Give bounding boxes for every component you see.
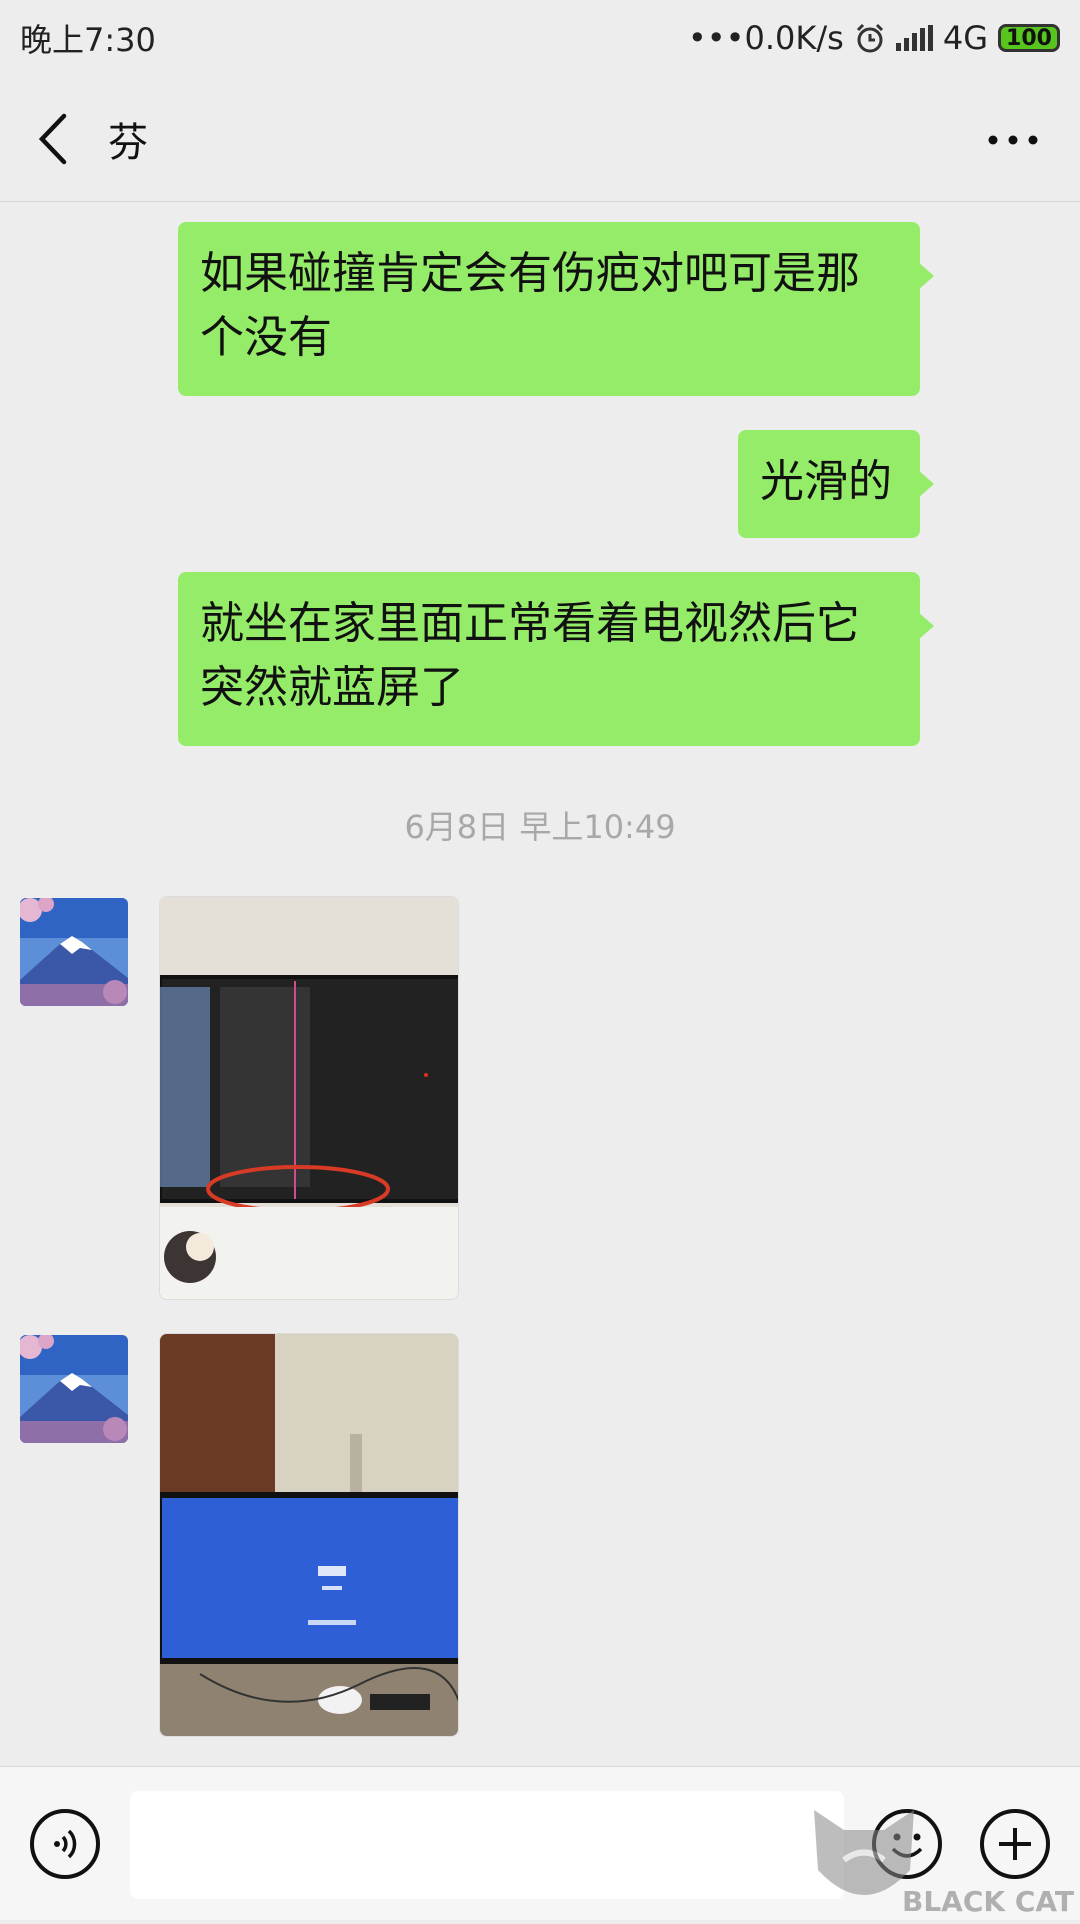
battery-icon: 100 [998,24,1060,52]
message-image[interactable] [159,1333,459,1737]
avatar-mountain-icon [20,898,128,1006]
battery-level: 100 [1006,25,1052,51]
page-title: 芬 [108,120,148,166]
message-text: 光滑的 [760,456,892,507]
tv-photo-dark-screen [160,897,458,1299]
more-icon [988,135,1038,145]
watermark: BLACK CAT [804,1800,1080,1920]
voice-icon [54,1829,77,1859]
message-image[interactable] [159,896,459,1300]
chat-header: 芬 [0,76,1080,202]
message-bubble-outgoing[interactable]: 就坐在家里面正常看着电视然后它突然就蓝屏了 [178,572,934,746]
chevron-left-icon [38,113,67,165]
message-input[interactable] [130,1791,844,1899]
message-text: 如果碰撞肯定会有伤疤对吧可是那个没有 [200,248,860,363]
voice-button[interactable] [30,1809,100,1879]
watermark-text: BLACK CAT [902,1885,1074,1918]
status-indicators: •••0.0K/s 4G 100 [688,19,1060,57]
avatar[interactable] [20,898,128,1006]
alarm-icon [856,23,883,53]
more-button[interactable] [978,112,1048,168]
chat-area[interactable]: 如果碰撞肯定会有伤疤对吧可是那个没有 光滑的 就坐在家里面正常看着电视然后它突然… [0,202,1080,1766]
network-speed: •••0.0K/s [687,19,844,57]
back-button[interactable] [30,106,90,172]
message-timestamp: 6月8日 早上10:49 [404,808,676,846]
avatar-mountain-icon [20,1335,128,1443]
message-bubble-outgoing[interactable]: 光滑的 [738,430,934,538]
status-bar: 晚上7:30 •••0.0K/s 4G 100 [0,0,1080,76]
message-bubble-outgoing[interactable]: 如果碰撞肯定会有伤疤对吧可是那个没有 [178,222,934,396]
status-time: 晚上7:30 [20,21,156,59]
avatar[interactable] [20,1335,128,1443]
network-type: 4G [942,19,988,57]
signal-icon [895,25,933,51]
message-text: 就坐在家里面正常看着电视然后它突然就蓝屏了 [200,598,860,713]
tv-photo-blue-screen [160,1334,458,1736]
